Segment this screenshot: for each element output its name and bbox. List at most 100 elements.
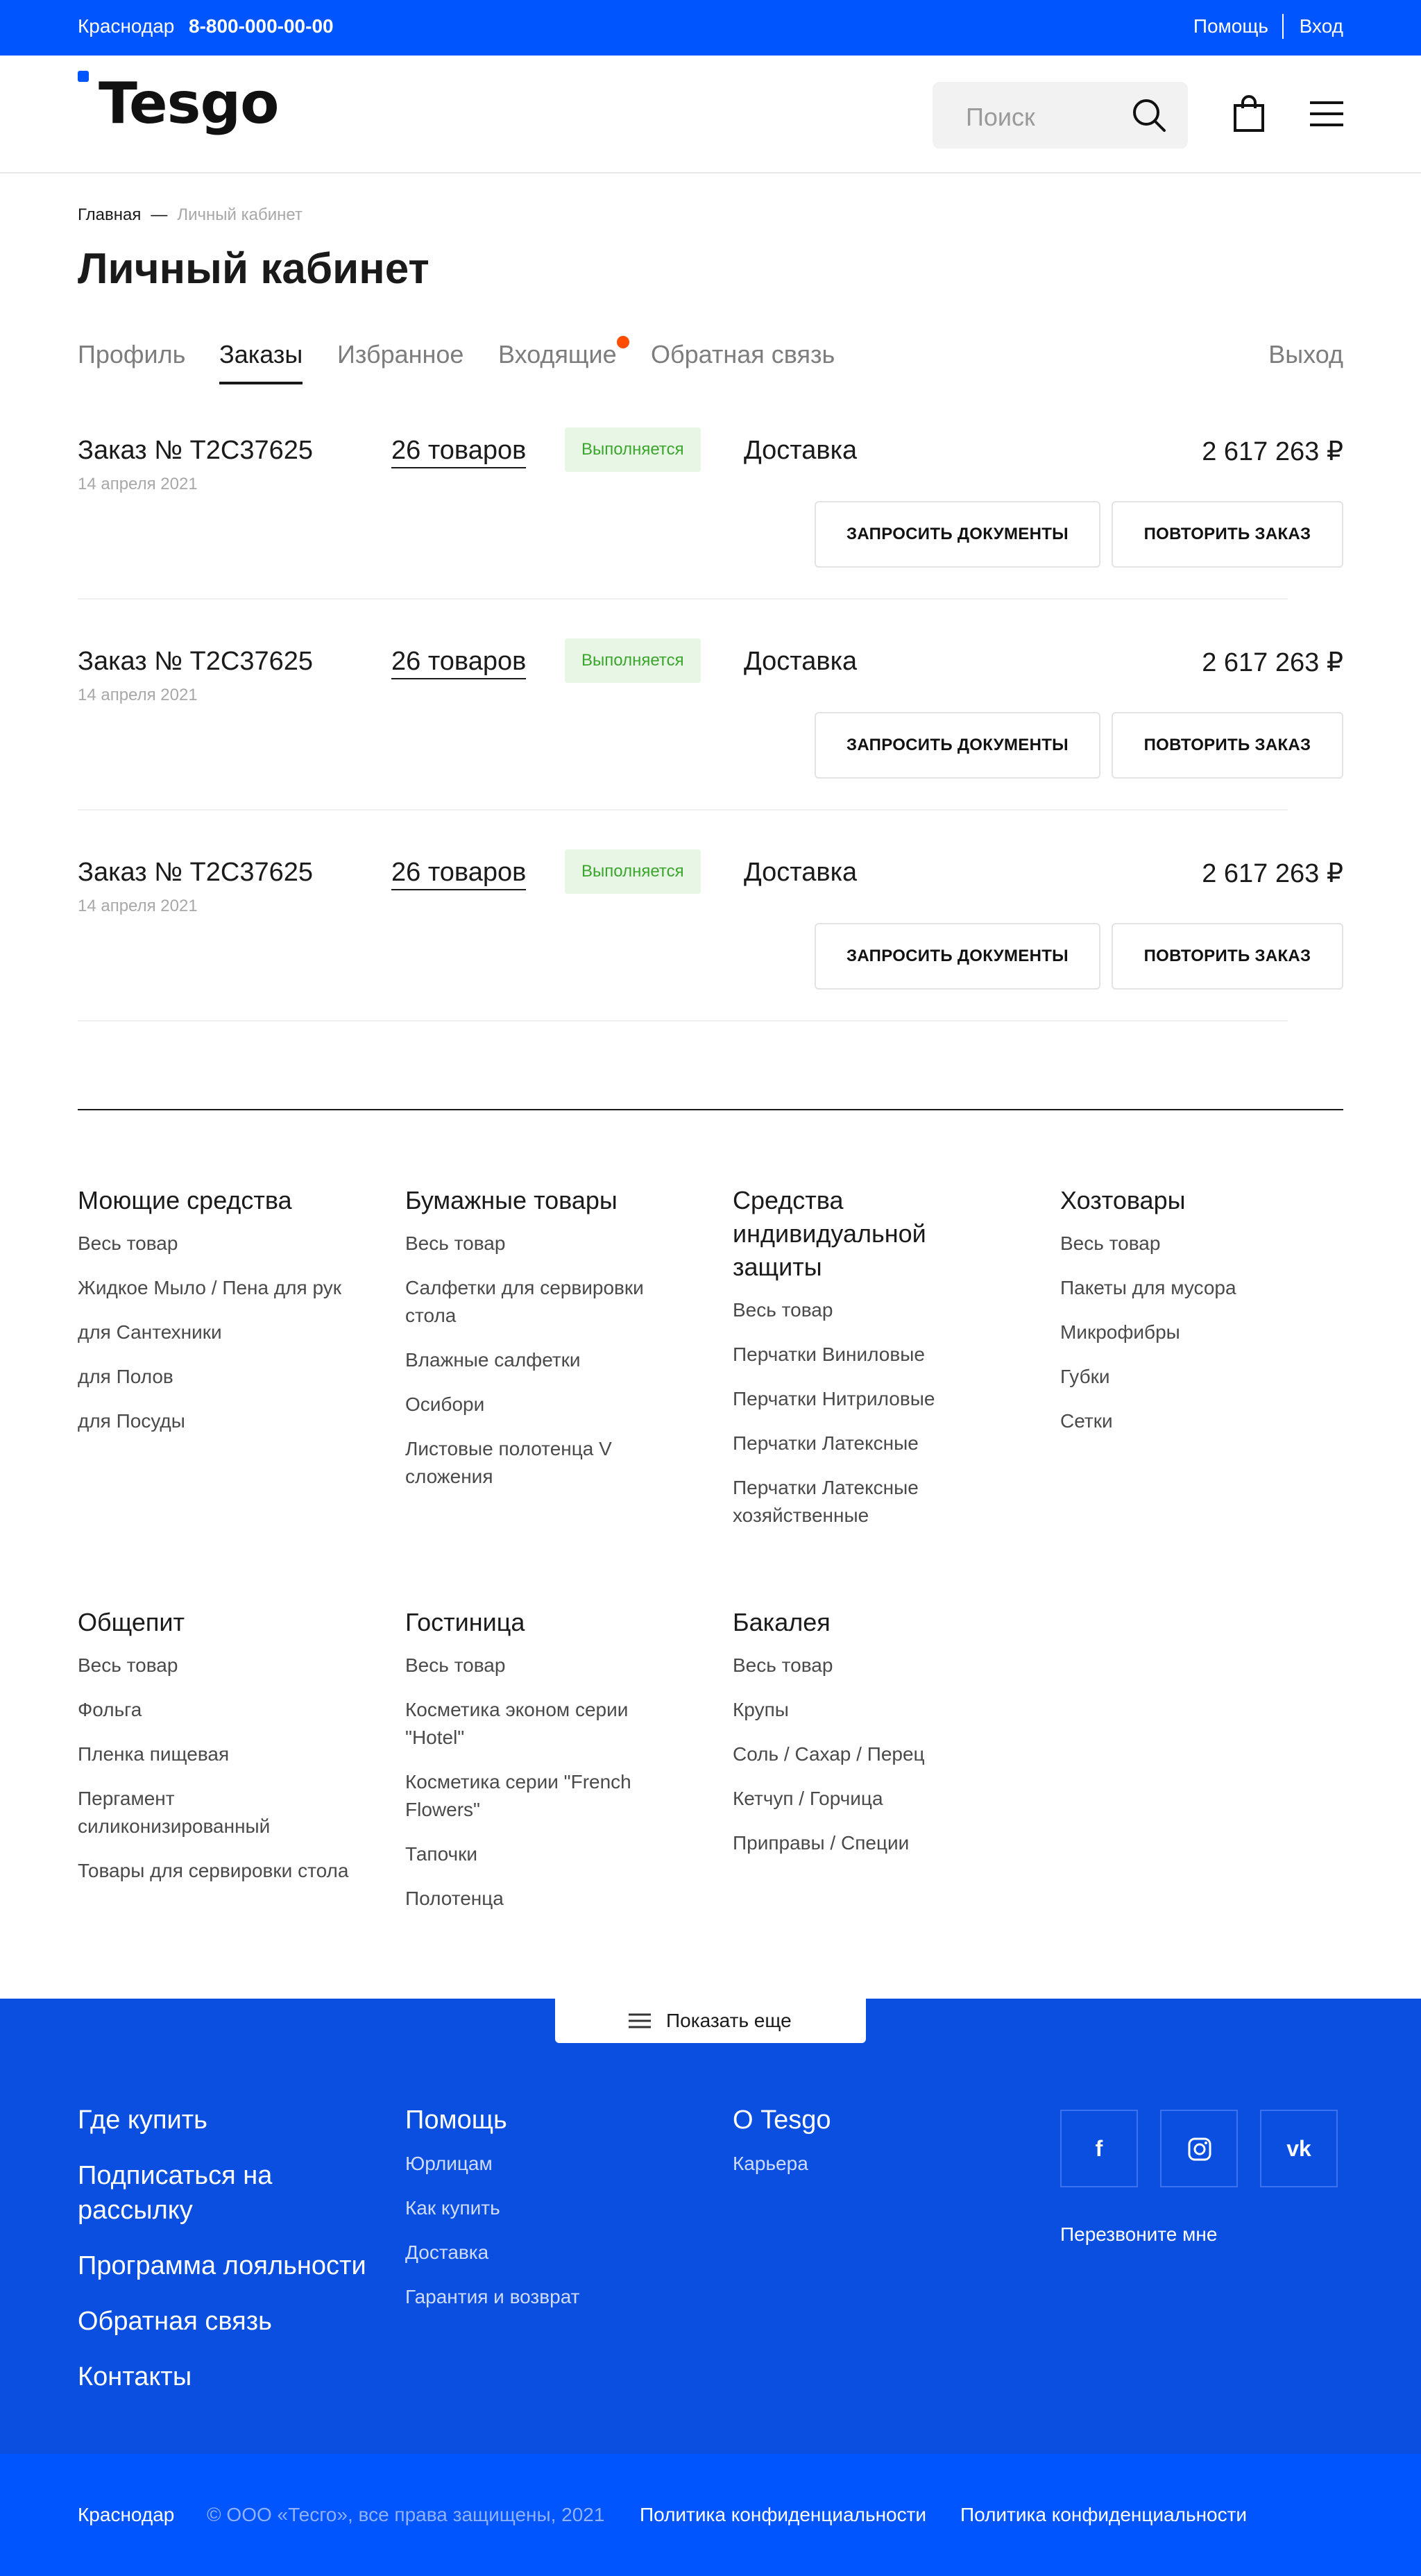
footer-heading[interactable]: Помощь (405, 2103, 579, 2137)
search-icon[interactable] (1131, 97, 1167, 133)
catalog-link[interactable]: Товары для сервировки стола (78, 1857, 369, 1885)
repeat-order-button[interactable]: ПОВТОРИТЬ ЗАКАЗ (1112, 501, 1343, 568)
help-link[interactable]: Помощь (1193, 15, 1268, 37)
catalog-column: Бумажные товары Весь товар Салфетки для … (405, 1184, 669, 1507)
catalog-link[interactable]: Тапочки (405, 1840, 655, 1868)
page-title: Личный кабинет (78, 245, 429, 293)
catalog-link[interactable]: Весь товар (733, 1652, 1024, 1679)
request-documents-button[interactable]: ЗАПРОСИТЬ ДОКУМЕНТЫ (815, 712, 1100, 779)
catalog-heading[interactable]: Бакалея (733, 1606, 1024, 1639)
catalog-link[interactable]: для Посуды (78, 1407, 369, 1435)
menu-icon[interactable] (1309, 99, 1345, 129)
catalog-link[interactable]: Салфетки для сервировки стола (405, 1274, 669, 1330)
catalog-link[interactable]: Косметика эконом серии "Hotel" (405, 1696, 655, 1752)
catalog-heading[interactable]: Бумажные товары (405, 1184, 669, 1217)
footer-link[interactable]: Контакты (78, 2359, 369, 2394)
footer-link[interactable]: Гарантия и возврат (405, 2283, 579, 2311)
order-date: 14 апреля 2021 (78, 897, 198, 915)
footer-link[interactable]: Программа лояльности (78, 2248, 369, 2283)
order-price: 2 617 263 ₽ (1202, 648, 1343, 677)
catalog-link[interactable]: Микрофибры (1060, 1319, 1352, 1346)
bottom-city[interactable]: Краснодар (78, 2504, 174, 2526)
catalog-link[interactable]: Весь товар (78, 1652, 369, 1679)
catalog-link[interactable]: Весь товар (405, 1230, 669, 1257)
tab-profile[interactable]: Профиль (78, 340, 185, 369)
tab-favorites[interactable]: Избранное (337, 340, 463, 369)
city-selector[interactable]: Краснодар (78, 15, 174, 37)
catalog-link[interactable]: Фольга (78, 1696, 369, 1724)
delivery-type: Доставка (744, 858, 858, 887)
cart-icon[interactable] (1232, 94, 1266, 133)
catalog-link[interactable]: Влажные салфетки (405, 1346, 669, 1374)
instagram-button[interactable] (1160, 2110, 1238, 2187)
tab-feedback[interactable]: Обратная связь (651, 340, 835, 369)
catalog-link[interactable]: Губки (1060, 1363, 1352, 1391)
catalog-heading[interactable]: Средства индивидуальной защиты (733, 1184, 982, 1284)
tab-inbox[interactable]: Входящие (498, 336, 629, 369)
catalog-link[interactable]: Пергамент силиконизированный (78, 1785, 314, 1840)
catalog-link[interactable]: Осибори (405, 1391, 669, 1418)
search-input[interactable]: Поиск (966, 103, 1035, 132)
catalog-heading[interactable]: Общепит (78, 1606, 369, 1639)
catalog-link[interactable]: Перчатки Латексные хозяйственные (733, 1474, 982, 1530)
catalog-link[interactable]: Весь товар (405, 1652, 655, 1679)
facebook-button[interactable]: f (1060, 2110, 1138, 2187)
footer-heading[interactable]: О Tesgo (733, 2103, 831, 2137)
request-documents-button[interactable]: ЗАПРОСИТЬ ДОКУМЕНТЫ (815, 501, 1100, 568)
footer-link[interactable]: Где купить (78, 2103, 369, 2137)
catalog-link[interactable]: Весь товар (733, 1296, 982, 1324)
footer-link[interactable]: Карьера (733, 2150, 831, 2178)
catalog-link[interactable]: Пленка пищевая (78, 1740, 369, 1768)
catalog-link[interactable]: для Сантехники (78, 1319, 369, 1346)
footer-link[interactable]: Как купить (405, 2194, 579, 2222)
privacy-link[interactable]: Политика конфиденциальности (960, 2504, 1247, 2526)
footer-link[interactable]: Обратная связь (78, 2304, 369, 2339)
phone-number[interactable]: 8-800-000-00-00 (189, 15, 334, 37)
catalog-link[interactable]: Весь товар (1060, 1230, 1352, 1257)
catalog-link[interactable]: Весь товар (78, 1230, 369, 1257)
order-number[interactable]: Заказ № T2C37625 (78, 436, 313, 466)
footer-link[interactable]: Доставка (405, 2239, 579, 2266)
catalog-heading[interactable]: Хозтовары (1060, 1184, 1352, 1217)
catalog-link[interactable]: Жидкое Мыло / Пена для рук (78, 1274, 369, 1302)
catalog-link[interactable]: Косметика серии "French Flowers" (405, 1768, 655, 1824)
search-box[interactable]: Поиск (933, 82, 1188, 149)
order-items-link[interactable]: 26 товаров (391, 436, 527, 468)
catalog-heading[interactable]: Гостиница (405, 1606, 655, 1639)
catalog-link[interactable]: Крупы (733, 1696, 1024, 1724)
order-row: Заказ № T2C37625 14 апреля 2021 26 товар… (78, 638, 1343, 849)
catalog-link[interactable]: для Полов (78, 1363, 369, 1391)
callback-link[interactable]: Перезвоните мне (1060, 2223, 1217, 2246)
privacy-link[interactable]: Политика конфиденциальности (640, 2504, 926, 2526)
logo[interactable]: Tesgo (99, 71, 279, 137)
catalog-link[interactable]: Листовые полотенца V сложения (405, 1435, 669, 1491)
login-link[interactable]: Вход (1300, 15, 1343, 37)
catalog-link[interactable]: Пакеты для мусора (1060, 1274, 1352, 1302)
show-more-button[interactable]: Показать еще (555, 1999, 866, 2043)
catalog-heading[interactable]: Моющие средства (78, 1184, 369, 1217)
breadcrumb-home[interactable]: Главная (78, 205, 141, 224)
request-documents-button[interactable]: ЗАПРОСИТЬ ДОКУМЕНТЫ (815, 923, 1100, 990)
list-icon (629, 2013, 651, 2028)
catalog-link[interactable]: Перчатки Нитриловые (733, 1385, 982, 1413)
catalog-link[interactable]: Приправы / Специи (733, 1829, 1024, 1857)
footer-link[interactable]: Подписаться на рассылку (78, 2158, 327, 2228)
order-number[interactable]: Заказ № T2C37625 (78, 647, 313, 677)
catalog-link[interactable]: Кетчуп / Горчица (733, 1785, 1024, 1813)
logout-link[interactable]: Выход (1268, 340, 1343, 369)
footer-link[interactable]: Юрлицам (405, 2150, 579, 2178)
footer-help-column: Помощь Юрлицам Как купить Доставка Гаран… (405, 2103, 579, 2328)
repeat-order-button[interactable]: ПОВТОРИТЬ ЗАКАЗ (1112, 923, 1343, 990)
catalog-link[interactable]: Сетки (1060, 1407, 1352, 1435)
vk-button[interactable]: vk (1260, 2110, 1338, 2187)
order-number[interactable]: Заказ № T2C37625 (78, 858, 313, 888)
tab-orders[interactable]: Заказы (219, 340, 303, 384)
divider (78, 1020, 1288, 1022)
catalog-link[interactable]: Соль / Сахар / Перец (733, 1740, 1024, 1768)
repeat-order-button[interactable]: ПОВТОРИТЬ ЗАКАЗ (1112, 712, 1343, 779)
order-items-link[interactable]: 26 товаров (391, 647, 527, 679)
catalog-link[interactable]: Перчатки Виниловые (733, 1341, 982, 1368)
order-items-link[interactable]: 26 товаров (391, 858, 527, 890)
catalog-link[interactable]: Полотенца (405, 1885, 655, 1913)
catalog-link[interactable]: Перчатки Латексные (733, 1430, 982, 1457)
